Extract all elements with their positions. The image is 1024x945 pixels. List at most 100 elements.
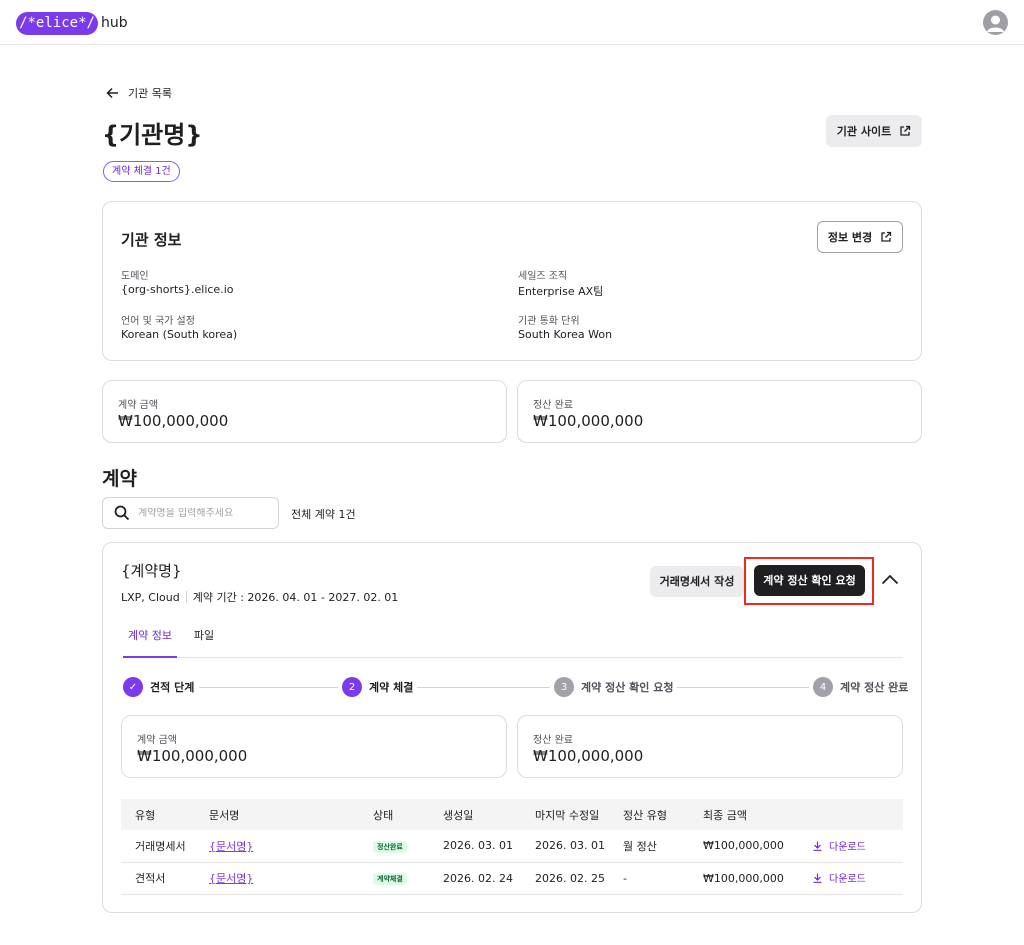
download-button[interactable]: 다운로드 [813,870,866,885]
contract-amount-value: ₩100,000,000 [118,412,229,430]
documents-table: 유형 문서명 상태 생성일 마지막 수정일 정산 유형 최종 금액 거래명세서 … [121,799,903,895]
page-title: {기관명} [102,121,203,149]
contract-meta: LXP, Cloud 계약 기간 : 2026. 04. 01 - 2027. … [121,589,398,605]
contract-products: LXP, Cloud [121,590,180,604]
contract-amount-card: 계약 금액 ₩100,000,000 [121,715,507,778]
collapse-button[interactable] [879,568,901,590]
sales-org-label: 세일즈 조직 [518,271,568,282]
step-quote: ✓ 견적 단계 [123,677,199,697]
download-icon [813,841,822,851]
doc-type: 거래명세서 [135,839,186,853]
tab-contract-info[interactable]: 계약 정보 [123,622,177,658]
doc-type: 견적서 [135,872,166,885]
table-row: 거래명세서 {문서명} 정산완료 2026. 03. 01 2026. 03. … [121,830,903,862]
meta-divider [185,591,187,603]
currency-label: 기관 통화 단위 [518,316,580,327]
locale-value: Korean (South korea) [121,328,238,341]
locale-label: 언어 및 국가 설정 [121,316,195,327]
download-label: 다운로드 [829,874,866,886]
column-header: 생성일 [443,808,474,822]
contract-amount-label: 계약 금액 [137,735,177,746]
created-date: 2026. 02. 24 [443,871,513,885]
back-label: 기관 목록 [128,87,172,100]
column-header: 마지막 수정일 [535,808,600,822]
top-bar: /*elice*/ hub [0,0,1024,45]
contract-card: {계약명} LXP, Cloud 계약 기간 : 2026. 04. 01 - … [102,542,922,913]
logo-hub-text: hub [101,15,128,31]
contract-name: {계약명} [121,562,182,580]
currency-value: South Korea Won [518,328,613,341]
settled-amount-value: ₩100,000,000 [533,747,644,765]
arrow-left-icon [106,87,118,99]
step-settle-request-number: 3 [554,677,574,697]
org-info-title: 기관 정보 [121,231,182,249]
step-signed-label: 계약 체결 [369,681,414,694]
doc-name-link[interactable]: {문서명} [209,872,253,885]
column-header [799,799,903,830]
status-badge: 계약체결 [373,873,407,885]
step-settle-request-label: 계약 정산 확인 요청 [581,681,674,694]
step-quote-label: 견적 단계 [150,681,195,694]
chevron-up-icon [881,574,899,584]
column-header: 문서명 [209,808,240,822]
sales-org-value: Enterprise AX팀 [518,285,604,298]
step-signed-number: 2 [342,677,362,697]
final-amount: ₩100,000,000 [703,871,784,885]
step-connector [669,687,819,688]
request-settlement-button[interactable]: 계약 정산 확인 요청 [754,565,865,596]
domain-label: 도메인 [121,271,149,282]
contract-search-box[interactable] [102,497,279,529]
create-statement-button[interactable]: 거래명세서 작성 [650,566,744,597]
edit-info-button-label: 정보 변경 [827,231,873,244]
check-icon: ✓ [123,677,143,697]
external-link-icon [900,125,911,136]
settled-amount-label: 정산 완료 [533,400,573,411]
org-site-button-label: 기관 사이트 [836,125,892,138]
column-header: 정산 유형 [623,808,667,822]
contract-amount-value: ₩100,000,000 [137,747,248,765]
column-header: 최종 금액 [703,808,747,822]
step-settle-complete: 4 계약 정산 완료 [809,677,913,697]
table-header-row: 유형 문서명 상태 생성일 마지막 수정일 정산 유형 최종 금액 [121,799,903,830]
user-avatar-icon[interactable] [983,10,1008,35]
contract-amount-card: 계약 금액 ₩100,000,000 [102,380,507,443]
search-icon [114,505,130,521]
download-label: 다운로드 [829,842,866,853]
tab-files[interactable]: 파일 [187,622,221,658]
settled-amount-value: ₩100,000,000 [533,412,644,430]
elice-logo[interactable]: /*elice*/ [16,12,98,35]
settlement-type: 월 정산 [623,839,657,853]
final-amount: ₩100,000,000 [703,839,784,853]
table-row: 견적서 {문서명} 계약체결 2026. 02. 24 2026. 02. 25… [121,862,903,894]
contract-tabs: 계약 정보 파일 [121,622,903,658]
settlement-type: - [623,871,627,885]
settled-amount-label: 정산 완료 [533,735,573,746]
step-connector [411,687,561,688]
edit-info-button[interactable]: 정보 변경 [817,221,903,253]
step-settle-complete-label: 계약 정산 완료 [840,681,909,694]
settled-amount-card: 정산 완료 ₩100,000,000 [517,715,903,778]
contract-count-badge: 계약 체결 1건 [103,161,180,182]
created-date: 2026. 03. 01 [443,839,513,853]
download-icon [813,873,822,883]
settled-amount-card: 정산 완료 ₩100,000,000 [517,380,922,443]
step-settle-request: 3 계약 정산 확인 요청 [550,677,678,697]
step-connector [199,687,339,688]
org-site-button[interactable]: 기관 사이트 [826,115,922,147]
domain-value: {org-shorts}.elice.io [121,283,234,296]
modified-date: 2026. 03. 01 [535,839,605,853]
back-to-org-list-link[interactable]: 기관 목록 [106,85,172,101]
column-header: 유형 [135,808,156,822]
contract-progress-steps: ✓ 견적 단계 2 계약 체결 3 계약 정산 확인 요청 4 계약 정산 완료 [121,675,915,699]
step-settle-complete-number: 4 [813,677,833,697]
modified-date: 2026. 02. 25 [535,871,605,885]
download-button[interactable]: 다운로드 [813,838,866,853]
org-info-card: 기관 정보 정보 변경 도메인 {org-shorts}.elice.io 세일… [102,201,922,361]
external-link-icon [881,231,892,242]
contract-period: 계약 기간 : 2026. 04. 01 - 2027. 02. 01 [192,591,399,604]
doc-name-link[interactable]: {문서명} [209,840,253,853]
total-contract-count: 전체 계약 1건 [291,508,356,521]
contract-search-input[interactable] [138,507,268,519]
step-signed: 2 계약 체결 [338,677,418,697]
contract-amount-label: 계약 금액 [118,400,158,411]
